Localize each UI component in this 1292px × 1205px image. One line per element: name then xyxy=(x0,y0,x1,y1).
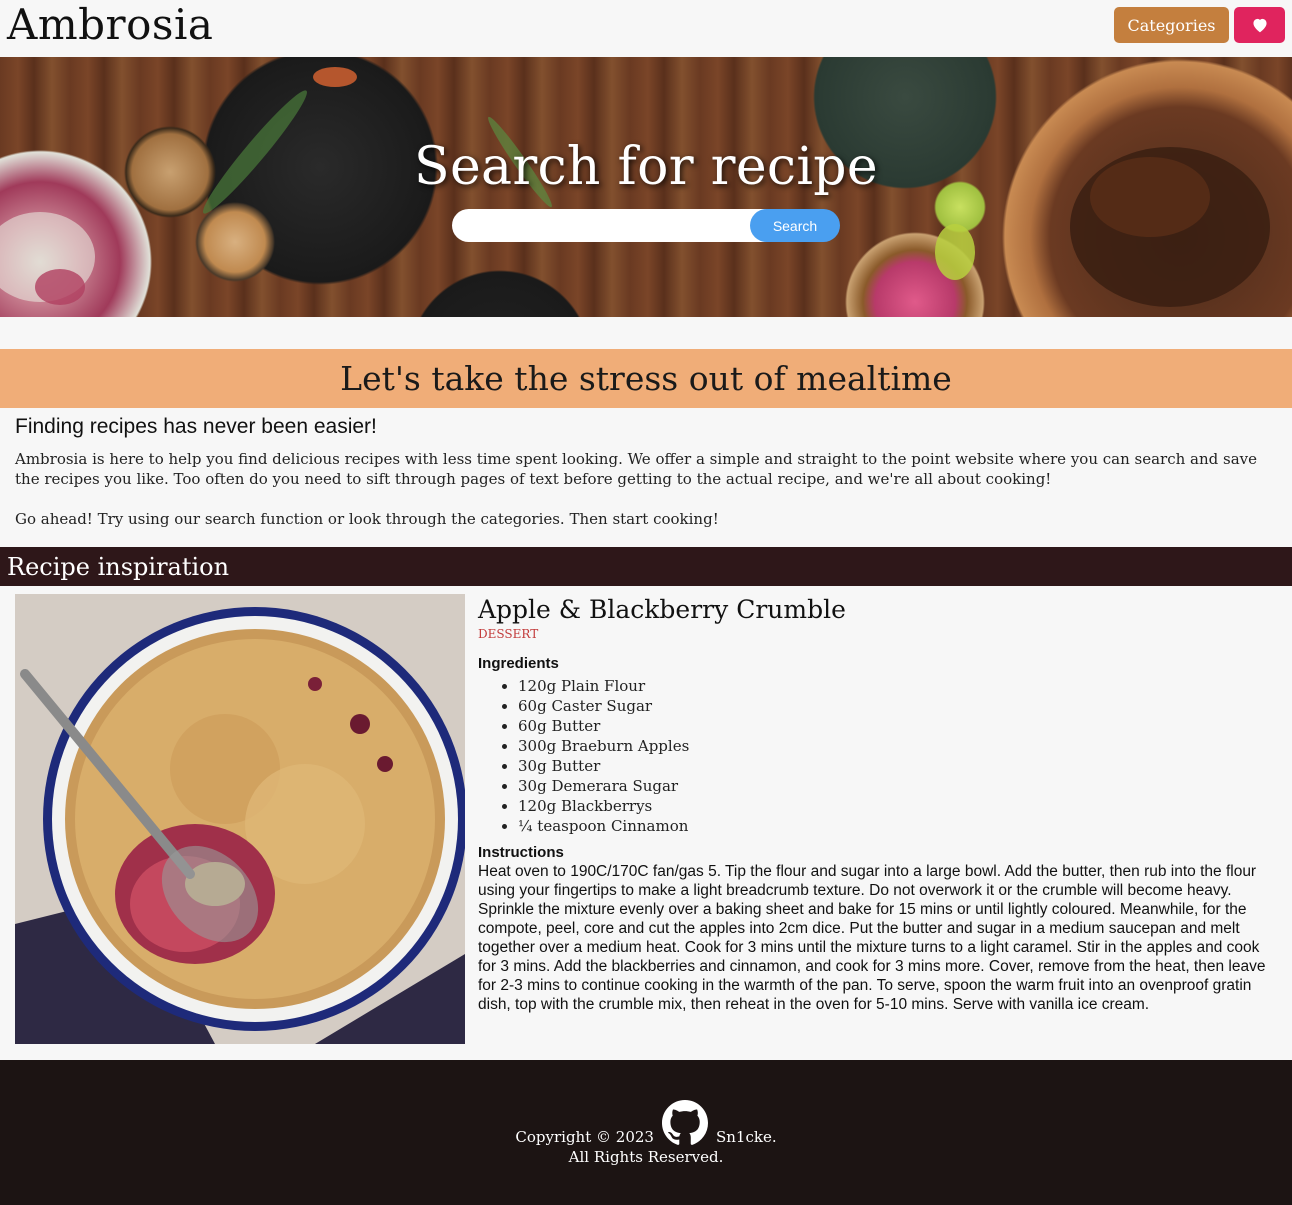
ingredients-heading: Ingredients xyxy=(478,655,559,672)
footer-copyright-line: Copyright © 2023 Sn1cke. xyxy=(0,1100,1292,1146)
recipe-category: DESSERT xyxy=(478,627,539,641)
site-footer: Copyright © 2023 Sn1cke. All Rights Rese… xyxy=(0,1060,1292,1205)
favorites-button[interactable] xyxy=(1234,7,1285,43)
site-logo[interactable]: Ambrosia xyxy=(7,0,213,49)
recipe-image[interactable] xyxy=(15,594,465,1044)
crumble-dish-illustration xyxy=(15,594,465,1044)
intro-section: Finding recipes has never been easier! A… xyxy=(15,415,1280,529)
ingredient-item: 30g Butter xyxy=(518,756,1278,776)
ingredient-item: 120g Blackberrys xyxy=(518,796,1278,816)
author-name[interactable]: Sn1cke. xyxy=(716,1128,777,1146)
ingredient-item: 60g Caster Sugar xyxy=(518,696,1278,716)
recipe-title[interactable]: Apple & Blackberry Crumble xyxy=(478,594,1278,626)
section-title: Recipe inspiration xyxy=(0,547,1292,586)
instructions-heading: Instructions xyxy=(478,844,564,861)
ingredient-item: 120g Plain Flour xyxy=(518,676,1278,696)
github-icon[interactable] xyxy=(661,1100,708,1146)
search-bar: Search xyxy=(452,209,840,242)
hero-title: Search for recipe xyxy=(414,137,878,197)
search-button[interactable]: Search xyxy=(750,209,840,242)
intro-paragraph: Ambrosia is here to help you find delici… xyxy=(15,450,1258,488)
site-header: Ambrosia Categories xyxy=(0,0,1292,57)
ingredient-item: 300g Braeburn Apples xyxy=(518,736,1278,756)
search-input[interactable] xyxy=(452,209,782,242)
recipe-details: Apple & Blackberry Crumble DESSERT Ingre… xyxy=(478,594,1278,1014)
hero-banner: Search for recipe Search xyxy=(0,57,1292,317)
intro-heading: Finding recipes has never been easier! xyxy=(15,415,377,438)
ingredients-list: 120g Plain Flour 60g Caster Sugar 60g Bu… xyxy=(478,676,1278,836)
instructions-text: Heat oven to 190C/170C fan/gas 5. Tip th… xyxy=(478,863,1266,1013)
copyright-text: Copyright © 2023 xyxy=(515,1128,654,1146)
ingredient-item: ¼ teaspoon Cinnamon xyxy=(518,816,1278,836)
ingredient-item: 30g Demerara Sugar xyxy=(518,776,1278,796)
ingredient-item: 60g Butter xyxy=(518,716,1278,736)
rights-text: All Rights Reserved. xyxy=(568,1148,724,1166)
heart-icon xyxy=(1252,18,1267,33)
categories-button[interactable]: Categories xyxy=(1114,7,1229,43)
tagline-banner: Let's take the stress out of mealtime xyxy=(0,349,1292,408)
intro-call-to-action: Go ahead! Try using our search function … xyxy=(15,510,719,528)
